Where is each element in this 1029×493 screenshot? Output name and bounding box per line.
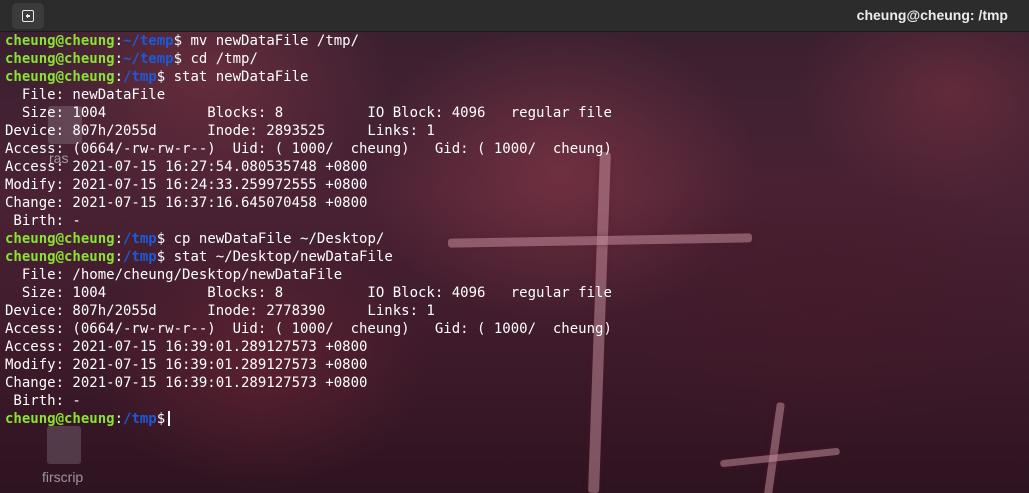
output-line: Access: (0664/-rw-rw-r--) Uid: ( 1000/ c… (5, 141, 612, 157)
prompt-path: /tmp (123, 231, 157, 247)
prompt-user: cheung@cheung (5, 51, 115, 67)
output-line: Birth: - (5, 393, 81, 409)
prompt-line: cheung@cheung:/tmp$ stat ~/Desktop/newDa… (5, 248, 1025, 266)
prompt-symbol: $ (156, 411, 166, 427)
terminal-view[interactable]: ras firscrip cheung@cheung:~/temp$ mv ne… (0, 32, 1029, 493)
command-text: cp newDataFile ~/Desktop/ (165, 231, 385, 247)
new-tab-button[interactable] (12, 3, 44, 29)
window-title: cheung@cheung: /tmp (856, 7, 1008, 23)
prompt-separator: : (114, 33, 124, 49)
output-line: Device: 807h/2055d Inode: 2893525 Links:… (5, 123, 435, 139)
prompt-user: cheung@cheung (5, 33, 115, 49)
title-bar: cheung@cheung: /tmp (0, 0, 1029, 32)
prompt-line: cheung@cheung:/tmp$ stat newDataFile (5, 68, 1025, 86)
prompt-line: cheung@cheung:/tmp$ (5, 410, 1025, 428)
prompt-path: ~/temp (123, 51, 174, 67)
prompt-user: cheung@cheung (5, 411, 115, 427)
desktop-icon-label: firscrip (42, 469, 84, 485)
prompt-path: /tmp (123, 69, 157, 85)
prompt-separator: : (114, 231, 124, 247)
prompt-symbol: $ (173, 51, 183, 67)
wallpaper-cross-horizontal-small (719, 447, 841, 468)
output-line: File: /home/cheung/Desktop/newDataFile (5, 267, 343, 283)
output-line: Modify: 2021-07-15 16:39:01.289127573 +0… (5, 357, 368, 373)
output-line: Change: 2021-07-15 16:37:16.645070458 +0… (5, 195, 368, 211)
command-text: mv newDataFile /tmp/ (182, 33, 360, 49)
prompt-user: cheung@cheung (5, 249, 115, 265)
output-line: Access: 2021-07-15 16:39:01.289127573 +0… (5, 339, 368, 355)
prompt-symbol: $ (173, 33, 183, 49)
output-line: Change: 2021-07-15 16:39:01.289127573 +0… (5, 375, 368, 391)
prompt-separator: : (114, 51, 124, 67)
prompt-line: cheung@cheung:~/temp$ mv newDataFile /tm… (5, 32, 1025, 50)
command-text: stat newDataFile (165, 69, 309, 85)
prompt-symbol: $ (156, 249, 166, 265)
command-text: stat ~/Desktop/newDataFile (165, 249, 393, 265)
output-line: Modify: 2021-07-15 16:24:33.259972555 +0… (5, 177, 368, 193)
desktop-document-icon (47, 426, 81, 464)
prompt-user: cheung@cheung (5, 69, 115, 85)
output-line: File: newDataFile (5, 87, 166, 103)
terminal-output: cheung@cheung:~/temp$ mv newDataFile /tm… (5, 32, 1025, 428)
output-line: Size: 1004 Blocks: 8 IO Block: 4096 regu… (5, 285, 612, 301)
prompt-line: cheung@cheung:~/temp$ cd /tmp/ (5, 50, 1025, 68)
prompt-line: cheung@cheung:/tmp$ cp newDataFile ~/Des… (5, 230, 1025, 248)
prompt-separator: : (114, 411, 124, 427)
output-line: Device: 807h/2055d Inode: 2778390 Links:… (5, 303, 435, 319)
prompt-path: ~/temp (123, 33, 174, 49)
output-line: Birth: - (5, 213, 81, 229)
prompt-symbol: $ (156, 69, 166, 85)
prompt-path: /tmp (123, 411, 157, 427)
output-line: Access: 2021-07-15 16:27:54.080535748 +0… (5, 159, 368, 175)
prompt-separator: : (114, 249, 124, 265)
prompt-user: cheung@cheung (5, 231, 115, 247)
output-line: Size: 1004 Blocks: 8 IO Block: 4096 regu… (5, 105, 612, 121)
command-text: cd /tmp/ (182, 51, 258, 67)
prompt-separator: : (114, 69, 124, 85)
prompt-symbol: $ (156, 231, 166, 247)
add-tab-icon (22, 10, 34, 22)
text-cursor (168, 411, 171, 426)
prompt-path: /tmp (123, 249, 157, 265)
output-line: Access: (0664/-rw-rw-r--) Uid: ( 1000/ c… (5, 321, 612, 337)
